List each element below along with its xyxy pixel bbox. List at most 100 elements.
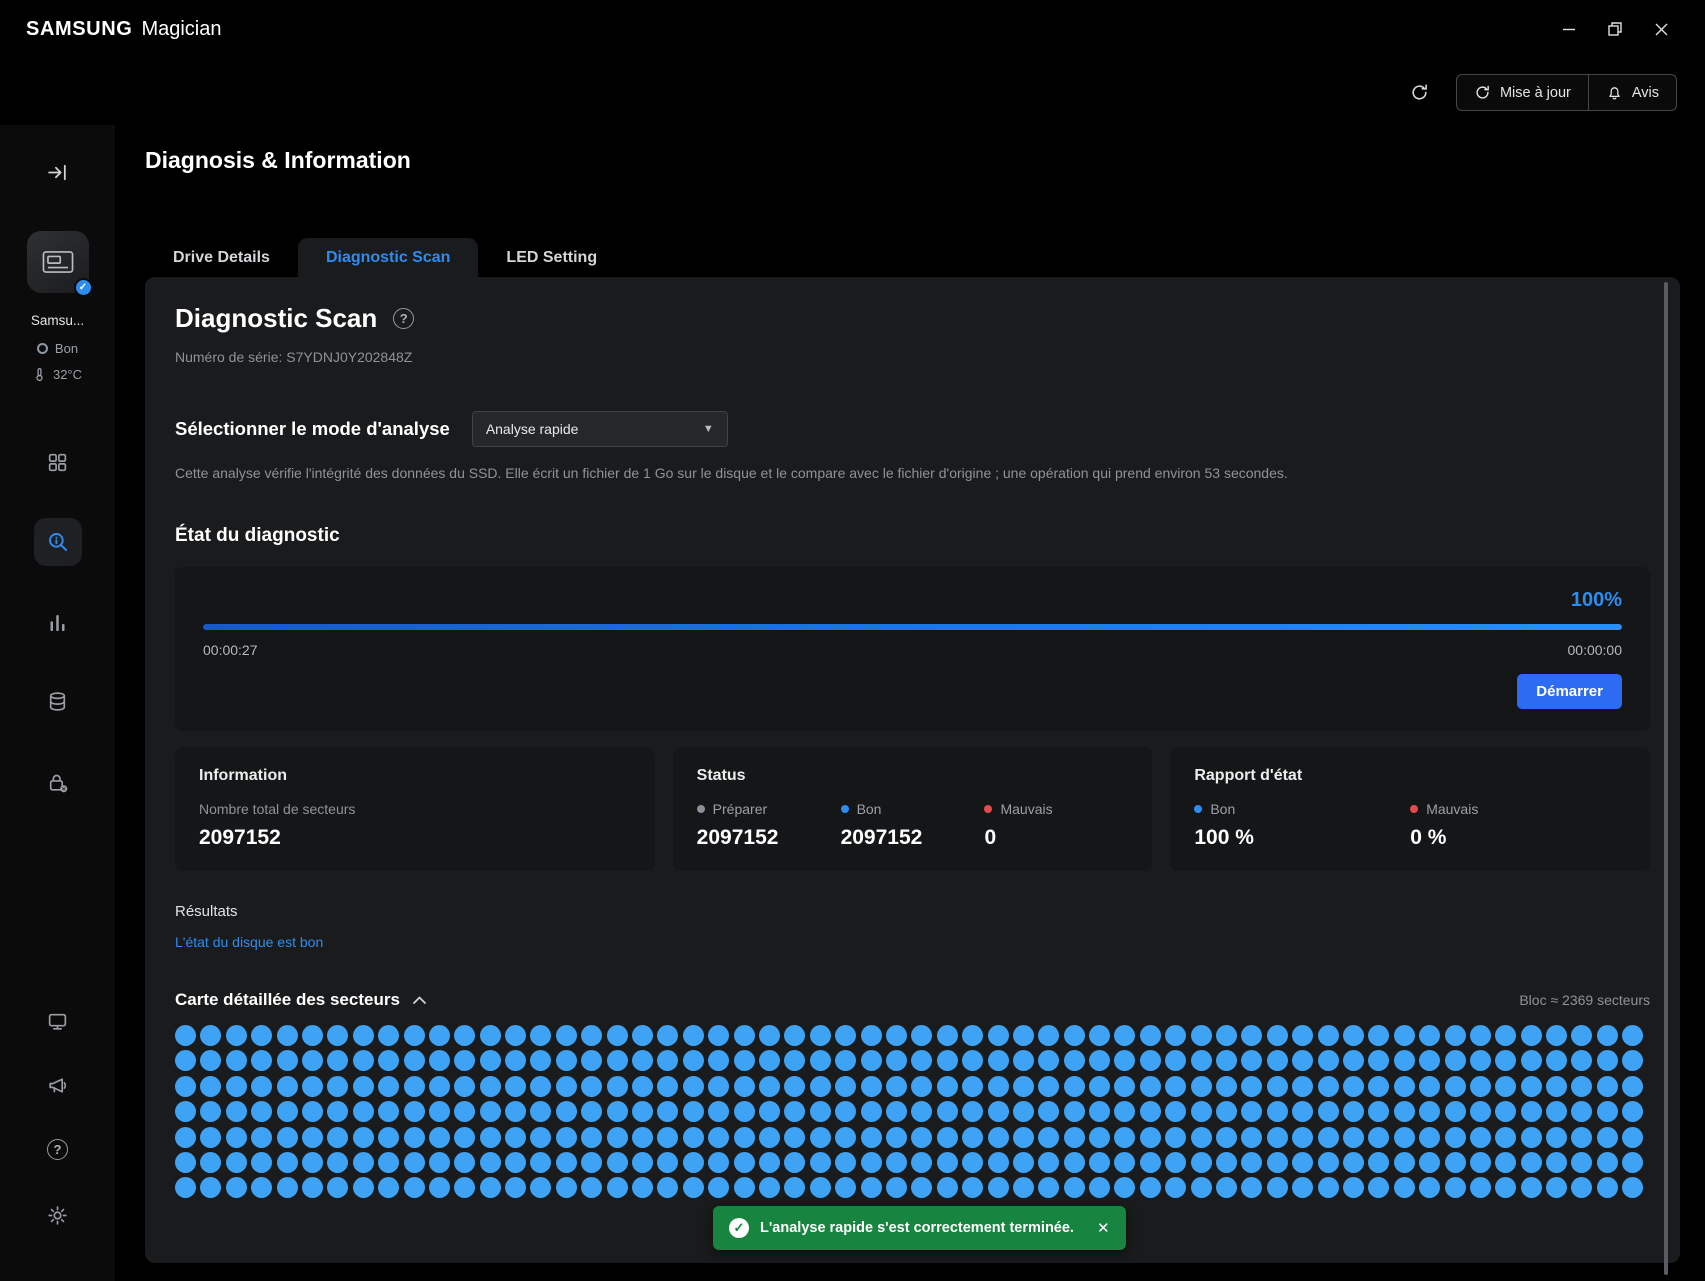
thermometer-icon: [33, 367, 46, 382]
sector-dot: [378, 1025, 399, 1046]
sector-dot: [1343, 1152, 1364, 1173]
status-bad-col: Mauvais 0: [984, 801, 1128, 850]
sector-dot: [784, 1101, 805, 1122]
sector-dot: [226, 1127, 247, 1148]
sector-dot: [607, 1050, 628, 1071]
sector-dot: [454, 1152, 475, 1173]
tab-diagnostic-scan[interactable]: Diagnostic Scan: [298, 238, 478, 277]
drive-avatar[interactable]: ✓: [0, 231, 115, 293]
status-prepare-label: Préparer: [713, 801, 767, 817]
sidebar-item-security[interactable]: [0, 771, 115, 794]
sector-dot: [454, 1101, 475, 1122]
sector-dot: [835, 1152, 856, 1173]
sector-dot: [404, 1050, 425, 1071]
sector-dot: [277, 1050, 298, 1071]
sidebar-item-performance[interactable]: [0, 611, 115, 634]
sector-dot: [1013, 1152, 1034, 1173]
sector-dot: [1140, 1101, 1161, 1122]
sector-dot: [556, 1101, 577, 1122]
vertical-scrollbar[interactable]: [1664, 282, 1668, 1275]
tab-drive-details[interactable]: Drive Details: [145, 238, 298, 277]
diagnostic-scan-panel: Diagnostic Scan ? Numéro de série: S7YDN…: [145, 277, 1680, 1263]
sidebar-item-announcements[interactable]: [0, 1074, 115, 1097]
sector-dot: [683, 1177, 704, 1198]
sidebar-item-help[interactable]: ?: [0, 1139, 115, 1160]
sector-dot: [632, 1152, 653, 1173]
sector-dot: [810, 1152, 831, 1173]
sidebar-item-data-management[interactable]: [0, 690, 115, 713]
sector-dot: [200, 1152, 221, 1173]
sector-dot: [657, 1076, 678, 1097]
sector-dot: [759, 1177, 780, 1198]
sector-dot: [1521, 1050, 1542, 1071]
scan-mode-row: Sélectionner le mode d'analyse Analyse r…: [175, 411, 1650, 447]
titlebar: SAMSUNGMagician: [0, 0, 1705, 58]
minimize-button[interactable]: [1551, 14, 1587, 44]
sector-dot: [454, 1050, 475, 1071]
panel-heading: Diagnostic Scan: [175, 303, 377, 334]
sector-dot: [175, 1050, 196, 1071]
sidebar-item-settings[interactable]: [0, 1204, 115, 1227]
notices-button[interactable]: Avis: [1588, 75, 1676, 110]
sector-dot: [861, 1127, 882, 1148]
report-bad-label: Mauvais: [1426, 801, 1478, 817]
sector-dot: [1267, 1152, 1288, 1173]
app-logo: SAMSUNGMagician: [26, 18, 221, 41]
sector-dot: [429, 1177, 450, 1198]
sector-dot: [734, 1152, 755, 1173]
scan-mode-select[interactable]: Analyse rapide ▼: [472, 411, 728, 447]
sector-dot: [581, 1076, 602, 1097]
sector-dot: [1546, 1177, 1567, 1198]
sector-dot: [251, 1152, 272, 1173]
sector-dot: [911, 1076, 932, 1097]
sidebar-collapse-button[interactable]: [0, 161, 115, 184]
sector-dot: [1089, 1127, 1110, 1148]
refresh-button[interactable]: [1404, 77, 1436, 109]
drive-temp-row: 32°C: [0, 367, 115, 382]
sector-dot: [1495, 1152, 1516, 1173]
close-button[interactable]: [1643, 14, 1679, 44]
sector-dot: [810, 1177, 831, 1198]
sector-dot: [1241, 1050, 1262, 1071]
sector-dot: [1292, 1076, 1313, 1097]
start-button[interactable]: Démarrer: [1517, 674, 1622, 709]
active-nav-highlight: [34, 518, 82, 566]
sector-dot: [1241, 1177, 1262, 1198]
restore-button[interactable]: [1597, 14, 1633, 44]
update-label: Mise à jour: [1500, 85, 1571, 101]
sector-dot: [1394, 1127, 1415, 1148]
dashboard-grid-icon: [46, 451, 69, 474]
sidebar-item-diagnosis[interactable]: [0, 518, 115, 566]
sector-dot: [1521, 1101, 1542, 1122]
sector-dot: [937, 1076, 958, 1097]
sector-dot: [1318, 1050, 1339, 1071]
tab-led-setting[interactable]: LED Setting: [478, 238, 625, 277]
sector-dot: [1292, 1177, 1313, 1198]
update-sync-icon: [1474, 84, 1491, 101]
sector-dot: [810, 1101, 831, 1122]
status-card: Status Préparer 2097152 B: [673, 747, 1153, 871]
sector-dot: [480, 1050, 501, 1071]
sector-dot: [480, 1177, 501, 1198]
sector-dot: [226, 1050, 247, 1071]
sector-dot: [1114, 1127, 1135, 1148]
sector-dot: [911, 1152, 932, 1173]
chevron-up-icon[interactable]: [412, 995, 427, 1005]
toast-message: L'analyse rapide s'est correctement term…: [760, 1220, 1074, 1236]
toast-close-icon[interactable]: ✕: [1097, 1219, 1110, 1237]
sidebar-item-pc-health[interactable]: [0, 1010, 115, 1033]
results-value-link[interactable]: L'état du disque est bon: [175, 934, 1650, 950]
help-circle-icon[interactable]: ?: [393, 308, 414, 329]
sector-dot: [1267, 1127, 1288, 1148]
sector-dot: [454, 1025, 475, 1046]
update-button[interactable]: Mise à jour: [1457, 75, 1588, 110]
sector-dot: [1114, 1152, 1135, 1173]
sidebar-item-dashboard[interactable]: [0, 451, 115, 474]
sector-dot: [708, 1050, 729, 1071]
sector-dot: [734, 1050, 755, 1071]
sector-dot: [1622, 1177, 1643, 1198]
sector-dot: [353, 1127, 374, 1148]
sector-dot: [1521, 1177, 1542, 1198]
sector-dot: [1165, 1076, 1186, 1097]
sector-dot: [861, 1050, 882, 1071]
